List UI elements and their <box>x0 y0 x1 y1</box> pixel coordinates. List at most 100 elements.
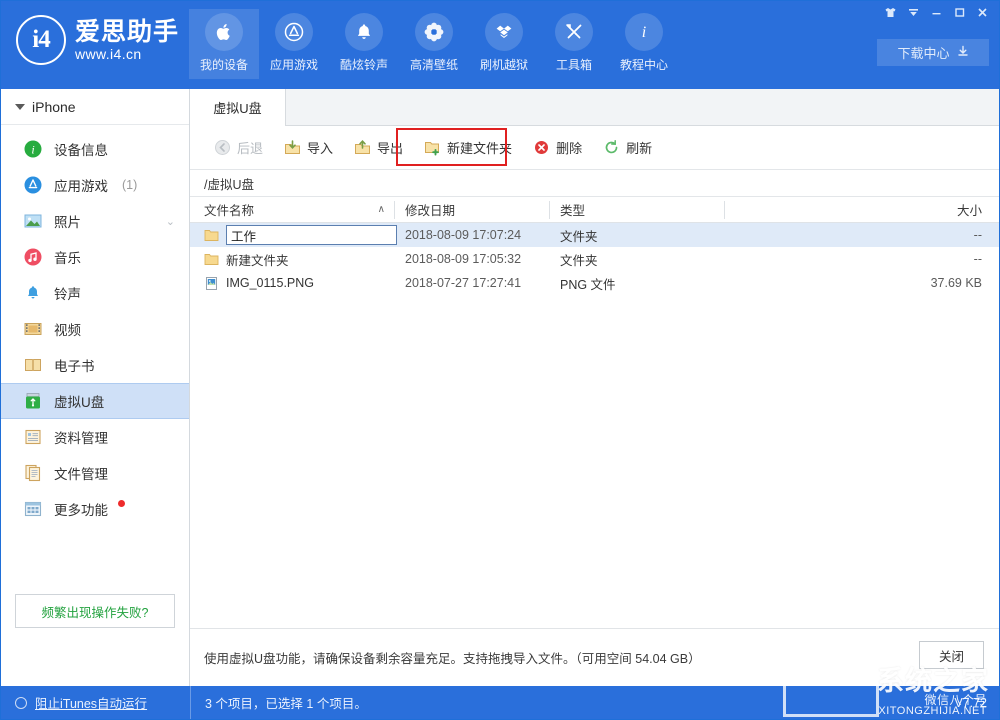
file-type-cell: PNG 文件 <box>550 274 725 293</box>
sidebar-item-count: (1) <box>122 178 137 192</box>
file-size-cell: -- <box>725 228 1000 242</box>
table-row[interactable]: 2018-08-09 17:07:24 文件夹 -- <box>190 223 1000 247</box>
delete-button[interactable]: 删除 <box>523 133 592 162</box>
sidebar-item-videos[interactable]: 视频 <box>1 311 189 347</box>
main-nav: 我的设备 应用游戏 酷炫铃声 <box>189 9 679 79</box>
itunes-toggle-label: 阻止iTunes自动运行 <box>35 693 147 712</box>
i4-assistant-window: i4 爱思助手 www.i4.cn 我的设备 应用游戏 <box>0 0 1000 720</box>
back-button[interactable]: 后退 <box>204 133 273 162</box>
export-button[interactable]: 导出 <box>344 133 413 162</box>
toolbar-label: 新建文件夹 <box>447 138 512 157</box>
nav-item-wallpapers[interactable]: 高清壁纸 <box>399 9 469 79</box>
tab-virtual-usb[interactable]: 虚拟U盘 <box>190 89 286 126</box>
refresh-icon <box>603 139 620 156</box>
device-name: iPhone <box>32 99 76 115</box>
breadcrumb: /虚拟U盘 <box>190 170 1000 197</box>
sidebar-item-music[interactable]: 音乐 <box>1 239 189 275</box>
itunes-toggle[interactable]: 阻止iTunes自动运行 <box>1 693 190 712</box>
video-icon <box>23 319 43 339</box>
column-header-date[interactable]: 修改日期 <box>395 197 550 223</box>
download-center-button[interactable]: 下载中心 <box>877 39 989 66</box>
nav-item-my-device[interactable]: 我的设备 <box>189 9 259 79</box>
nav-label: 高清壁纸 <box>410 56 458 73</box>
appstore-circle-icon <box>23 175 43 195</box>
sidebar-item-apps-games[interactable]: 应用游戏 (1) <box>1 167 189 203</box>
sidebar-item-device-info[interactable]: i 设备信息 <box>1 131 189 167</box>
bell-icon <box>23 283 43 303</box>
menu-dropdown-icon[interactable] <box>903 3 924 22</box>
sidebar-item-virtual-usb[interactable]: 虚拟U盘 <box>1 383 189 419</box>
file-date-cell: 2018-08-09 17:05:32 <box>395 252 550 266</box>
column-label: 修改日期 <box>405 200 455 219</box>
logo-mark: i4 <box>16 15 66 65</box>
minimize-icon[interactable] <box>926 3 947 22</box>
sidebar-item-label: 虚拟U盘 <box>54 391 104 411</box>
usb-icon <box>23 391 43 411</box>
column-label: 文件名称 <box>204 200 254 219</box>
book-icon <box>23 355 43 375</box>
window-controls <box>880 3 993 22</box>
close-icon[interactable] <box>972 3 993 22</box>
nav-item-toolbox[interactable]: 工具箱 <box>539 9 609 79</box>
nav-item-apps-games[interactable]: 应用游戏 <box>259 9 329 79</box>
new-folder-button[interactable]: 新建文件夹 <box>414 133 522 162</box>
sidebar-item-ringtones[interactable]: 铃声 <box>1 275 189 311</box>
sidebar-item-label: 应用游戏 <box>54 175 108 195</box>
main-panel: 虚拟U盘 后退 导入 导出 <box>190 89 1000 686</box>
appstore-icon <box>275 13 313 51</box>
apple-icon <box>205 13 243 51</box>
sidebar-item-data-management[interactable]: 资料管理 <box>1 419 189 455</box>
skin-icon[interactable] <box>880 3 901 22</box>
file-name-cell: IMG_0115.PNG <box>190 276 395 291</box>
toolbar-label: 导入 <box>307 138 333 157</box>
rename-input[interactable] <box>226 225 397 245</box>
file-toolbar: 后退 导入 导出 新建文件夹 <box>190 126 1000 170</box>
column-header-size[interactable]: 大小 <box>725 197 1000 223</box>
chevron-down-icon[interactable]: ⌄ <box>166 215 175 228</box>
file-date-cell: 2018-08-09 17:07:24 <box>395 228 550 242</box>
sidebar-item-photos[interactable]: 照片 ⌄ <box>1 203 189 239</box>
file-date-cell: 2018-07-27 17:27:41 <box>395 276 550 290</box>
table-row[interactable]: IMG_0115.PNG 2018-07-27 17:27:41 PNG 文件 … <box>190 271 1000 295</box>
notice-bar: 使用虚拟U盘功能，请确保设备剩余容量充足。支持拖拽导入文件。（可用空间 54.0… <box>190 628 1000 686</box>
file-name-cell: 新建文件夹 <box>190 250 395 269</box>
box-icon <box>485 13 523 51</box>
help-button[interactable]: 频繁出现操作失败? <box>15 594 175 628</box>
column-header-type[interactable]: 类型 <box>550 197 725 223</box>
file-name-label: IMG_0115.PNG <box>226 276 314 290</box>
file-name-label: 新建文件夹 <box>226 250 289 269</box>
file-type-cell: 文件夹 <box>550 226 725 245</box>
folder-icon <box>204 252 219 267</box>
export-icon <box>354 139 371 156</box>
nav-item-ringtones[interactable]: 酷炫铃声 <box>329 9 399 79</box>
sidebar-item-label: 铃声 <box>54 283 81 303</box>
sidebar-item-label: 视频 <box>54 319 81 339</box>
column-header-name[interactable]: 文件名称 ∧ <box>190 197 395 223</box>
sidebar-item-more-features[interactable]: 更多功能 <box>1 491 189 527</box>
table-row[interactable]: 新建文件夹 2018-08-09 17:05:32 文件夹 -- <box>190 247 1000 271</box>
nav-item-tutorials[interactable]: i 教程中心 <box>609 9 679 79</box>
sidebar-item-label: 电子书 <box>54 355 95 375</box>
sidebar-item-ebooks[interactable]: 电子书 <box>1 347 189 383</box>
sidebar: iPhone i 设备信息 应用游戏 (1) 照片 <box>1 89 190 686</box>
sidebar-item-file-management[interactable]: 文件管理 <box>1 455 189 491</box>
sort-asc-icon: ∧ <box>378 204 385 215</box>
files-icon <box>23 463 43 483</box>
logo-url: www.i4.cn <box>75 47 179 62</box>
file-name-cell <box>190 225 395 245</box>
nav-item-flash-jailbreak[interactable]: 刷机越狱 <box>469 9 539 79</box>
info-icon: i <box>625 13 663 51</box>
close-button[interactable]: 关闭 <box>919 641 984 669</box>
device-header[interactable]: iPhone <box>1 89 189 125</box>
import-button[interactable]: 导入 <box>274 133 343 162</box>
maximize-icon[interactable] <box>949 3 970 22</box>
version-label: V7.72 <box>954 696 987 710</box>
file-list: 2018-08-09 17:07:24 文件夹 -- 新建文件夹 2018-08… <box>190 223 1000 295</box>
flower-icon <box>415 13 453 51</box>
nav-label: 应用游戏 <box>270 56 318 73</box>
info-circle-icon: i <box>23 139 43 159</box>
column-label: 类型 <box>560 200 585 219</box>
file-size-cell: -- <box>725 252 1000 266</box>
refresh-button[interactable]: 刷新 <box>593 133 662 162</box>
grid-icon <box>23 499 43 519</box>
